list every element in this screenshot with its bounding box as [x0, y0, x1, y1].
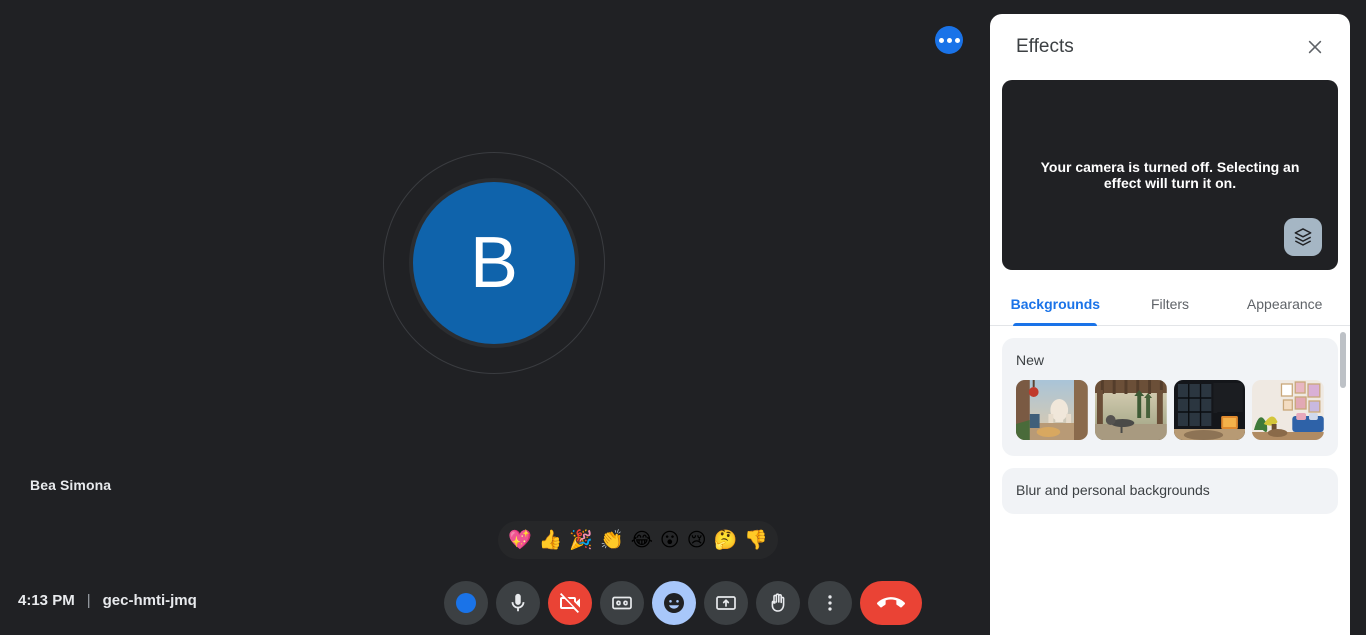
layers-icon[interactable] — [1284, 218, 1322, 256]
background-thumb-taj-mahal-terrace[interactable] — [1016, 380, 1088, 440]
camera-off-icon — [560, 592, 580, 613]
scrollbar-thumb[interactable] — [1340, 332, 1346, 388]
thumb-art — [1252, 380, 1324, 440]
dot-icon — [938, 37, 944, 43]
leave-call-button[interactable] — [860, 580, 922, 625]
blue-dot-icon — [456, 592, 476, 613]
raise-hand-button[interactable] — [756, 580, 800, 625]
section-title: Blur and personal backgrounds — [1016, 482, 1210, 498]
tab-backgrounds[interactable]: Backgrounds — [998, 284, 1113, 325]
reaction-party-popper[interactable]: 🎉 — [569, 530, 593, 550]
layers-stack-icon — [1294, 228, 1312, 246]
close-icon[interactable] — [1302, 34, 1328, 60]
reaction-face-with-open-mouth[interactable]: 😮 — [660, 530, 680, 550]
captions-button[interactable] — [600, 580, 644, 625]
close-x-icon — [1308, 40, 1322, 54]
reaction-clapping-hands[interactable]: 👏 — [600, 530, 624, 550]
background-thumbnail-list — [1016, 380, 1324, 440]
reactions-bar: 💖 👍 🎉 👏 😂 😮 😢 🤔 👎 — [498, 521, 778, 559]
thumb-art — [1094, 380, 1167, 440]
present-screen-icon — [716, 595, 736, 610]
end-call-icon — [877, 596, 905, 607]
dot-icon — [954, 37, 960, 43]
microphone-icon — [511, 593, 525, 611]
thumb-art — [1173, 380, 1246, 440]
effects-section-blur-personal: Blur and personal backgrounds — [1002, 468, 1338, 514]
background-thumb-gallery-living-room[interactable] — [1252, 380, 1324, 440]
effects-panel: Effects Your camera is turned off. Selec… — [990, 14, 1350, 635]
avatar-initial: B — [469, 223, 519, 303]
emoji-reactions-button[interactable] — [652, 580, 696, 625]
tile-more-options-button[interactable] — [935, 26, 963, 54]
camera-off-message: Your camera is turned off. Selecting an … — [1040, 158, 1300, 191]
microphone-button[interactable] — [496, 580, 540, 625]
effects-panel-title: Effects — [1016, 36, 1074, 57]
ai-effects-button[interactable] — [444, 580, 488, 625]
more-options-button[interactable] — [808, 580, 852, 625]
avatar: B — [413, 182, 575, 344]
dot-icon — [946, 37, 952, 43]
participant-name: Bea Simona — [30, 477, 112, 493]
present-screen-button[interactable] — [704, 580, 748, 625]
effects-panel-header: Effects — [990, 14, 1350, 80]
effects-scroll-area[interactable]: New Blur and personal backgrounds — [990, 326, 1350, 635]
tab-filters[interactable]: Filters — [1113, 284, 1228, 325]
video-tile: B Bea Simona — [0, 0, 990, 570]
reaction-face-with-tears-of-joy[interactable]: 😂 — [631, 530, 653, 550]
thumb-art — [1016, 380, 1088, 440]
reaction-sad-face-with-tear[interactable]: 😢 — [687, 530, 707, 550]
emoji-smiley-icon — [664, 592, 684, 613]
camera-button[interactable] — [548, 580, 592, 625]
reaction-sparkling-heart[interactable]: 💖 — [508, 530, 532, 550]
section-title: New — [1016, 352, 1045, 368]
captions-icon — [612, 596, 632, 609]
tab-appearance[interactable]: Appearance — [1227, 284, 1342, 325]
reaction-thumbs-up[interactable]: 👍 — [539, 530, 563, 550]
meet-window: B Bea Simona 💖 👍 🎉 👏 😂 😮 😢 🤔 👎 4:13 PM | gec-hmt… — [0, 0, 1366, 635]
effects-tabs: Backgrounds Filters Appearance — [990, 284, 1350, 326]
reaction-thumbs-down[interactable]: 👎 — [744, 530, 768, 550]
reaction-thinking-face[interactable]: 🤔 — [714, 530, 738, 550]
raise-hand-icon — [771, 592, 785, 612]
effects-section-new: New — [1002, 338, 1338, 456]
more-vertical-icon — [828, 594, 832, 611]
camera-preview: Your camera is turned off. Selecting an … — [1002, 80, 1338, 270]
background-thumb-pergola-patio[interactable] — [1094, 380, 1167, 440]
background-thumb-dark-room-fireplace[interactable] — [1173, 380, 1246, 440]
